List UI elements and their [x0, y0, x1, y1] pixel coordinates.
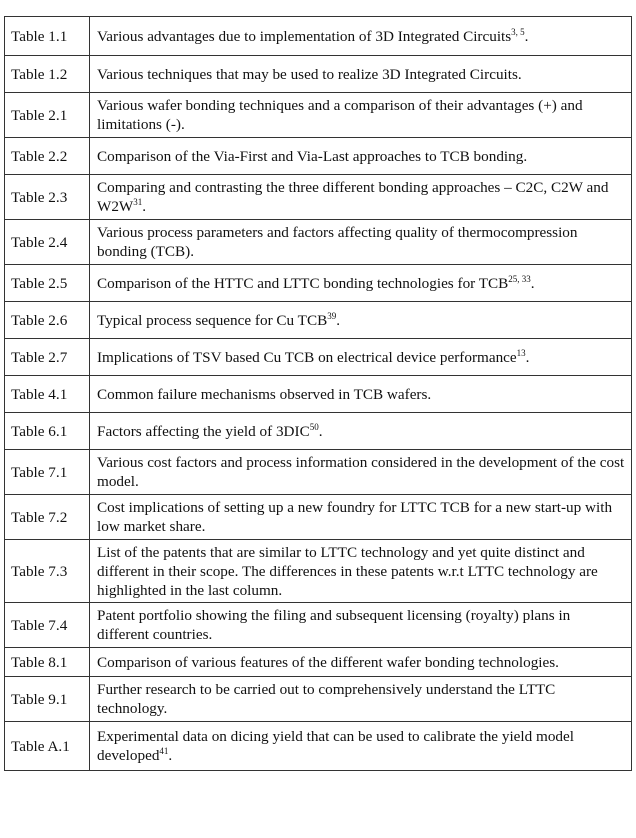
- table-number: Table 2.2: [4, 137, 90, 175]
- table-number: Table 1.2: [4, 55, 90, 93]
- table-caption: Factors affecting the yield of 3DIC50.: [89, 412, 632, 450]
- table-row: Table 2.7 Implications of TSV based Cu TC…: [4, 338, 632, 376]
- table-caption: Various advantages due to implementation…: [89, 16, 632, 56]
- reference-superscript: 13: [516, 347, 526, 358]
- table-row: Table 7.2 Cost implications of setting up…: [4, 494, 632, 540]
- caption-end: .: [318, 422, 323, 440]
- reference-superscript: 25, 33: [508, 273, 531, 284]
- table-caption: Implications of TSV based Cu TCB on elec…: [89, 338, 632, 376]
- caption-text: Various cost factors and process informa…: [97, 454, 625, 490]
- table-number: Table 7.3: [4, 539, 90, 603]
- table-number: Table 2.7: [4, 338, 90, 376]
- table-row: Table 2.2 Comparison of the Via-First and…: [4, 137, 632, 175]
- caption-text: Various advantages due to implementation…: [97, 27, 512, 45]
- table-row: Table 1.1 Various advantages due to imple…: [4, 16, 632, 56]
- table-number: Table A.1: [4, 721, 90, 771]
- table-number: Table 2.5: [4, 264, 90, 302]
- caption-end: .: [525, 348, 530, 366]
- table-row: Table 7.4 Patent portfolio showing the fi…: [4, 602, 632, 648]
- table-caption: Various process parameters and factors a…: [89, 219, 632, 265]
- caption-text: Comparison of various features of the di…: [97, 653, 559, 671]
- caption-text: Implications of TSV based Cu TCB on elec…: [97, 348, 517, 366]
- table-row: Table 7.3 List of the patents that are si…: [4, 539, 632, 603]
- caption-text: Cost implications of setting up a new fo…: [97, 499, 613, 535]
- table-caption: Various wafer bonding techniques and a c…: [89, 92, 632, 138]
- table-caption: Comparison of the Via-First and Via-Last…: [89, 137, 632, 175]
- table-number: Table 2.3: [4, 174, 90, 220]
- caption-text: Common failure mechanisms observed in TC…: [97, 385, 432, 403]
- caption-text: Various wafer bonding techniques and a c…: [97, 97, 583, 133]
- caption-text: Comparison of the HTTC and LTTC bonding …: [97, 274, 509, 292]
- reference-superscript: 3, 5: [511, 26, 525, 37]
- table-row: Table 9.1 Further research to be carried …: [4, 676, 632, 722]
- table-caption: Comparing and contrasting the three diff…: [89, 174, 632, 220]
- table-row: Table 7.1 Various cost factors and proces…: [4, 449, 632, 495]
- table-caption: Various cost factors and process informa…: [89, 449, 632, 495]
- caption-text: Comparison of the Via-First and Via-Last…: [97, 147, 528, 165]
- table-number: Table 2.1: [4, 92, 90, 138]
- table-row: Table A.1 Experimental data on dicing yie…: [4, 721, 632, 771]
- caption-end: .: [524, 27, 529, 45]
- caption-end: .: [142, 198, 147, 215]
- table-row: Table 2.6 Typical process sequence for Cu…: [4, 301, 632, 339]
- table-number: Table 9.1: [4, 676, 90, 722]
- table-row: Table 2.4 Various process parameters and …: [4, 219, 632, 265]
- caption-end: .: [530, 274, 535, 292]
- table-caption: Cost implications of setting up a new fo…: [89, 494, 632, 540]
- reference-superscript: 39: [327, 310, 337, 321]
- caption-text: Typical process sequence for Cu TCB: [97, 311, 328, 329]
- reference-superscript: 31: [133, 197, 143, 207]
- table-caption: Common failure mechanisms observed in TC…: [89, 375, 632, 413]
- table-number: Table 7.1: [4, 449, 90, 495]
- table-caption: List of the patents that are similar to …: [89, 539, 632, 603]
- table-caption: Comparison of the HTTC and LTTC bonding …: [89, 264, 632, 302]
- table-caption: Patent portfolio showing the filing and …: [89, 602, 632, 648]
- table-row: Table 4.1 Common failure mechanisms obser…: [4, 375, 632, 413]
- caption-text: Comparing and contrasting the three diff…: [97, 179, 609, 215]
- table-caption: Typical process sequence for Cu TCB39.: [89, 301, 632, 339]
- caption-text: List of the patents that are similar to …: [97, 543, 598, 599]
- caption-text: Patent portfolio showing the filing and …: [97, 607, 571, 643]
- table-caption: Comparison of various features of the di…: [89, 647, 632, 677]
- table-caption: Experimental data on dicing yield that c…: [89, 721, 632, 771]
- caption-end: .: [336, 311, 341, 329]
- table-row: Table 2.5 Comparison of the HTTC and LTTC…: [4, 264, 632, 302]
- table-number: Table 6.1: [4, 412, 90, 450]
- table-number: Table 4.1: [4, 375, 90, 413]
- caption-text: Further research to be carried out to co…: [97, 681, 556, 717]
- reference-superscript: 50: [309, 421, 319, 432]
- caption-text: Various techniques that may be used to r…: [97, 65, 522, 83]
- table-number: Table 1.1: [4, 16, 90, 56]
- caption-end: .: [168, 747, 173, 764]
- list-of-tables: Table 1.1 Various advantages due to imple…: [4, 16, 632, 771]
- caption-text: Various process parameters and factors a…: [97, 224, 578, 260]
- table-number: Table 8.1: [4, 647, 90, 677]
- table-caption: Further research to be carried out to co…: [89, 676, 632, 722]
- table-number: Table 7.2: [4, 494, 90, 540]
- caption-text: Factors affecting the yield of 3DIC: [97, 422, 310, 440]
- table-row: Table 2.1 Various wafer bonding technique…: [4, 92, 632, 138]
- table-number: Table 2.6: [4, 301, 90, 339]
- table-caption: Various techniques that may be used to r…: [89, 55, 632, 93]
- table-row: Table 1.2 Various techniques that may be …: [4, 55, 632, 93]
- table-row: Table 8.1 Comparison of various features …: [4, 647, 632, 677]
- table-row: Table 2.3 Comparing and contrasting the t…: [4, 174, 632, 220]
- table-number: Table 2.4: [4, 219, 90, 265]
- table-number: Table 7.4: [4, 602, 90, 648]
- table-row: Table 6.1 Factors affecting the yield of …: [4, 412, 632, 450]
